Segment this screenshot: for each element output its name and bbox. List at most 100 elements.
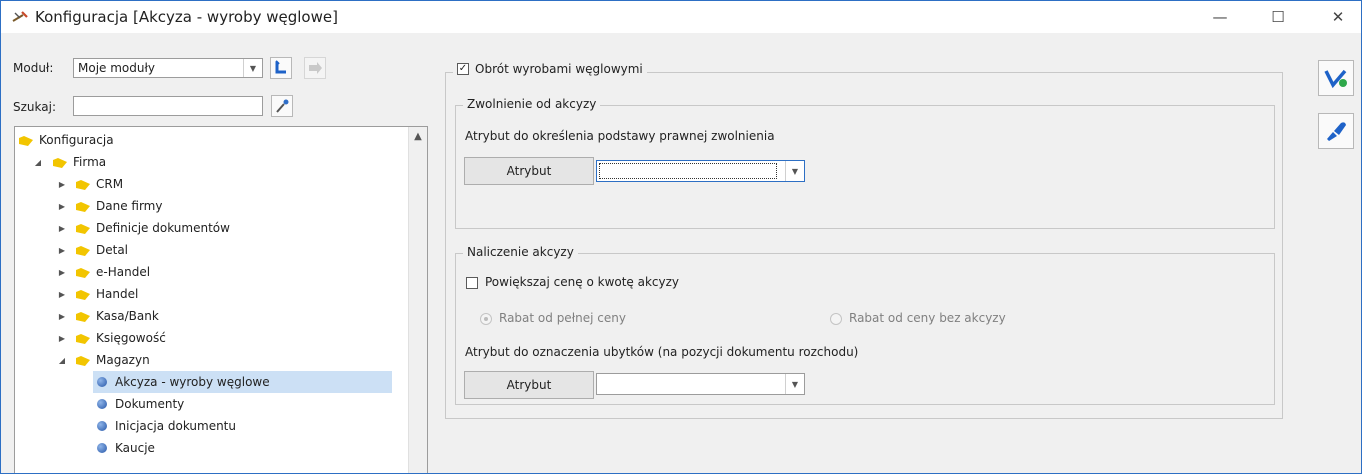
folder-icon	[76, 201, 90, 212]
window-title: Konfiguracja [Akcyza - wyroby węglowe]	[35, 8, 338, 26]
tree-item-label: Kasa/Bank	[96, 309, 159, 323]
obrot-label: Obrót wyrobami węglowymi	[475, 62, 643, 76]
tree-scrollbar[interactable]: ▲	[408, 127, 427, 473]
checkmark-icon: ✓	[458, 63, 468, 74]
tree-item-e-handel[interactable]: ▶ e-Handel	[15, 261, 427, 283]
expanded-icon[interactable]: ◢	[33, 158, 43, 167]
chevron-down-icon[interactable]: ▼	[785, 374, 804, 394]
powiekszaj-checkbox[interactable]	[466, 277, 478, 289]
tree-item-dane-firmy[interactable]: ▶ Dane firmy	[15, 195, 427, 217]
tree-item-kasa-bank[interactable]: ▶ Kasa/Bank	[15, 305, 427, 327]
collapsed-icon[interactable]: ▶	[57, 268, 67, 277]
zwolnienie-atrybut-button[interactable]: Atrybut	[464, 157, 594, 185]
collapsed-icon[interactable]: ▶	[57, 290, 67, 299]
module-label: Moduł:	[13, 61, 54, 75]
chevron-down-icon[interactable]: ▼	[243, 59, 262, 77]
tree-item-kaucje[interactable]: Kaucje	[93, 437, 392, 459]
tree-item-label: Firma	[73, 155, 107, 169]
naliczenie-title: Naliczenie akcyzy	[463, 245, 578, 259]
obrot-group-header: ✓ Obrót wyrobami węglowymi	[453, 62, 647, 76]
search-input[interactable]	[73, 96, 263, 116]
folder-icon	[53, 157, 67, 168]
tree-item-firma[interactable]: ◢ Firma	[15, 151, 427, 173]
tree-item-label: Akcyza - wyroby węglowe	[115, 375, 270, 389]
arrow-return-icon	[275, 60, 286, 74]
tree-item-akcyza[interactable]: Akcyza - wyroby węglowe	[93, 371, 392, 393]
settings-node-icon	[97, 399, 107, 409]
forward-button[interactable]	[304, 57, 326, 79]
pipette-icon	[276, 99, 289, 113]
minimize-button[interactable]: —	[1197, 1, 1243, 33]
tree-item-handel[interactable]: ▶ Handel	[15, 283, 427, 305]
tree-item-label: Kaucje	[115, 441, 155, 455]
rabat-pelnej-label: Rabat od pełnej ceny	[499, 311, 626, 325]
pen-icon	[1327, 122, 1346, 141]
folder-icon	[76, 223, 90, 234]
search-label: Szukaj:	[13, 100, 56, 114]
folder-icon	[76, 289, 90, 300]
rabat-bez-akcyzy-radio[interactable]	[830, 313, 842, 325]
tree-item-detal[interactable]: ▶ Detal	[15, 239, 427, 261]
settings-node-icon	[97, 421, 107, 431]
edit-button[interactable]	[1318, 113, 1354, 149]
tree-item-label: Detal	[96, 243, 129, 257]
arrow-forward-icon	[309, 62, 322, 74]
save-check-icon	[1324, 69, 1347, 89]
tree-item-label: Magazyn	[96, 353, 150, 367]
collapsed-icon[interactable]: ▶	[57, 224, 67, 233]
config-tree: Konfiguracja ◢ Firma ▶ CRM ▶ Dane firmy …	[14, 126, 428, 473]
expanded-icon[interactable]: ◢	[57, 356, 67, 365]
tree-item-inicjacja-dokumentu[interactable]: Inicjacja dokumentu	[93, 415, 392, 437]
title-bar: Konfiguracja [Akcyza - wyroby węglowe] —…	[1, 1, 1361, 33]
collapsed-icon[interactable]: ▶	[57, 334, 67, 343]
tree-item-label: CRM	[96, 177, 124, 191]
tree-item-ksiegowosc[interactable]: ▶ Księgowość	[15, 327, 427, 349]
folder-icon	[76, 311, 90, 322]
tree-item-dokumenty[interactable]: Dokumenty	[93, 393, 392, 415]
naliczenie-atrybut-select[interactable]: ▼	[596, 373, 805, 395]
folder-icon	[19, 135, 33, 146]
folder-icon	[76, 267, 90, 278]
naliczenie-desc: Atrybut do oznaczenia ubytków (na pozycj…	[465, 345, 859, 359]
back-button[interactable]	[270, 57, 292, 79]
folder-icon	[76, 355, 90, 366]
save-button[interactable]	[1318, 60, 1354, 96]
collapsed-icon[interactable]: ▶	[57, 180, 67, 189]
collapsed-icon[interactable]: ▶	[57, 312, 67, 321]
tree-item-label: Dane firmy	[96, 199, 163, 213]
zwolnienie-title: Zwolnienie od akcyzy	[463, 97, 601, 111]
powiekszaj-label: Powiększaj cenę o kwotę akcyzy	[485, 275, 680, 289]
maximize-button[interactable]: ☐	[1255, 1, 1301, 33]
settings-node-icon	[97, 377, 107, 387]
obrot-checkbox[interactable]: ✓	[457, 63, 469, 75]
tree-item-label: Handel	[96, 287, 139, 301]
tree-item-label: Definicje dokumentów	[96, 221, 230, 235]
close-button[interactable]: ✕	[1315, 1, 1361, 33]
collapsed-icon[interactable]: ▶	[57, 246, 67, 255]
tree-item-konfiguracja[interactable]: Konfiguracja	[15, 129, 414, 151]
tree-item-label: Księgowość	[96, 331, 166, 345]
tree-item-label: Konfiguracja	[39, 133, 114, 147]
config-window: Konfiguracja [Akcyza - wyroby węglowe] —…	[0, 0, 1362, 474]
naliczenie-atrybut-button[interactable]: Atrybut	[464, 371, 594, 399]
tools-icon	[12, 11, 28, 22]
chevron-down-icon[interactable]: ▼	[785, 161, 804, 181]
settings-node-icon	[97, 443, 107, 453]
module-select[interactable]: Moje moduły ▼	[73, 58, 263, 78]
zwolnienie-desc: Atrybut do określenia podstawy prawnej z…	[465, 129, 775, 143]
tree-item-label: Inicjacja dokumentu	[115, 419, 236, 433]
focus-rect	[599, 163, 777, 179]
folder-icon	[76, 179, 90, 190]
tree-item-magazyn[interactable]: ◢ Magazyn	[15, 349, 427, 371]
module-value: Moje moduły	[78, 61, 155, 75]
tree-item-crm[interactable]: ▶ CRM	[15, 173, 427, 195]
tree-item-label: e-Handel	[96, 265, 151, 279]
chevron-up-icon[interactable]: ▲	[409, 127, 427, 145]
tree-item-label: Dokumenty	[115, 397, 185, 411]
tree-item-definicje-dokumentow[interactable]: ▶ Definicje dokumentów	[15, 217, 427, 239]
zwolnienie-atrybut-select[interactable]: ▼	[596, 160, 805, 182]
rabat-bez-akcyzy-label: Rabat od ceny bez akcyzy	[849, 311, 1006, 325]
rabat-pelnej-radio[interactable]	[480, 313, 492, 325]
collapsed-icon[interactable]: ▶	[57, 202, 67, 211]
search-button[interactable]	[271, 95, 293, 117]
